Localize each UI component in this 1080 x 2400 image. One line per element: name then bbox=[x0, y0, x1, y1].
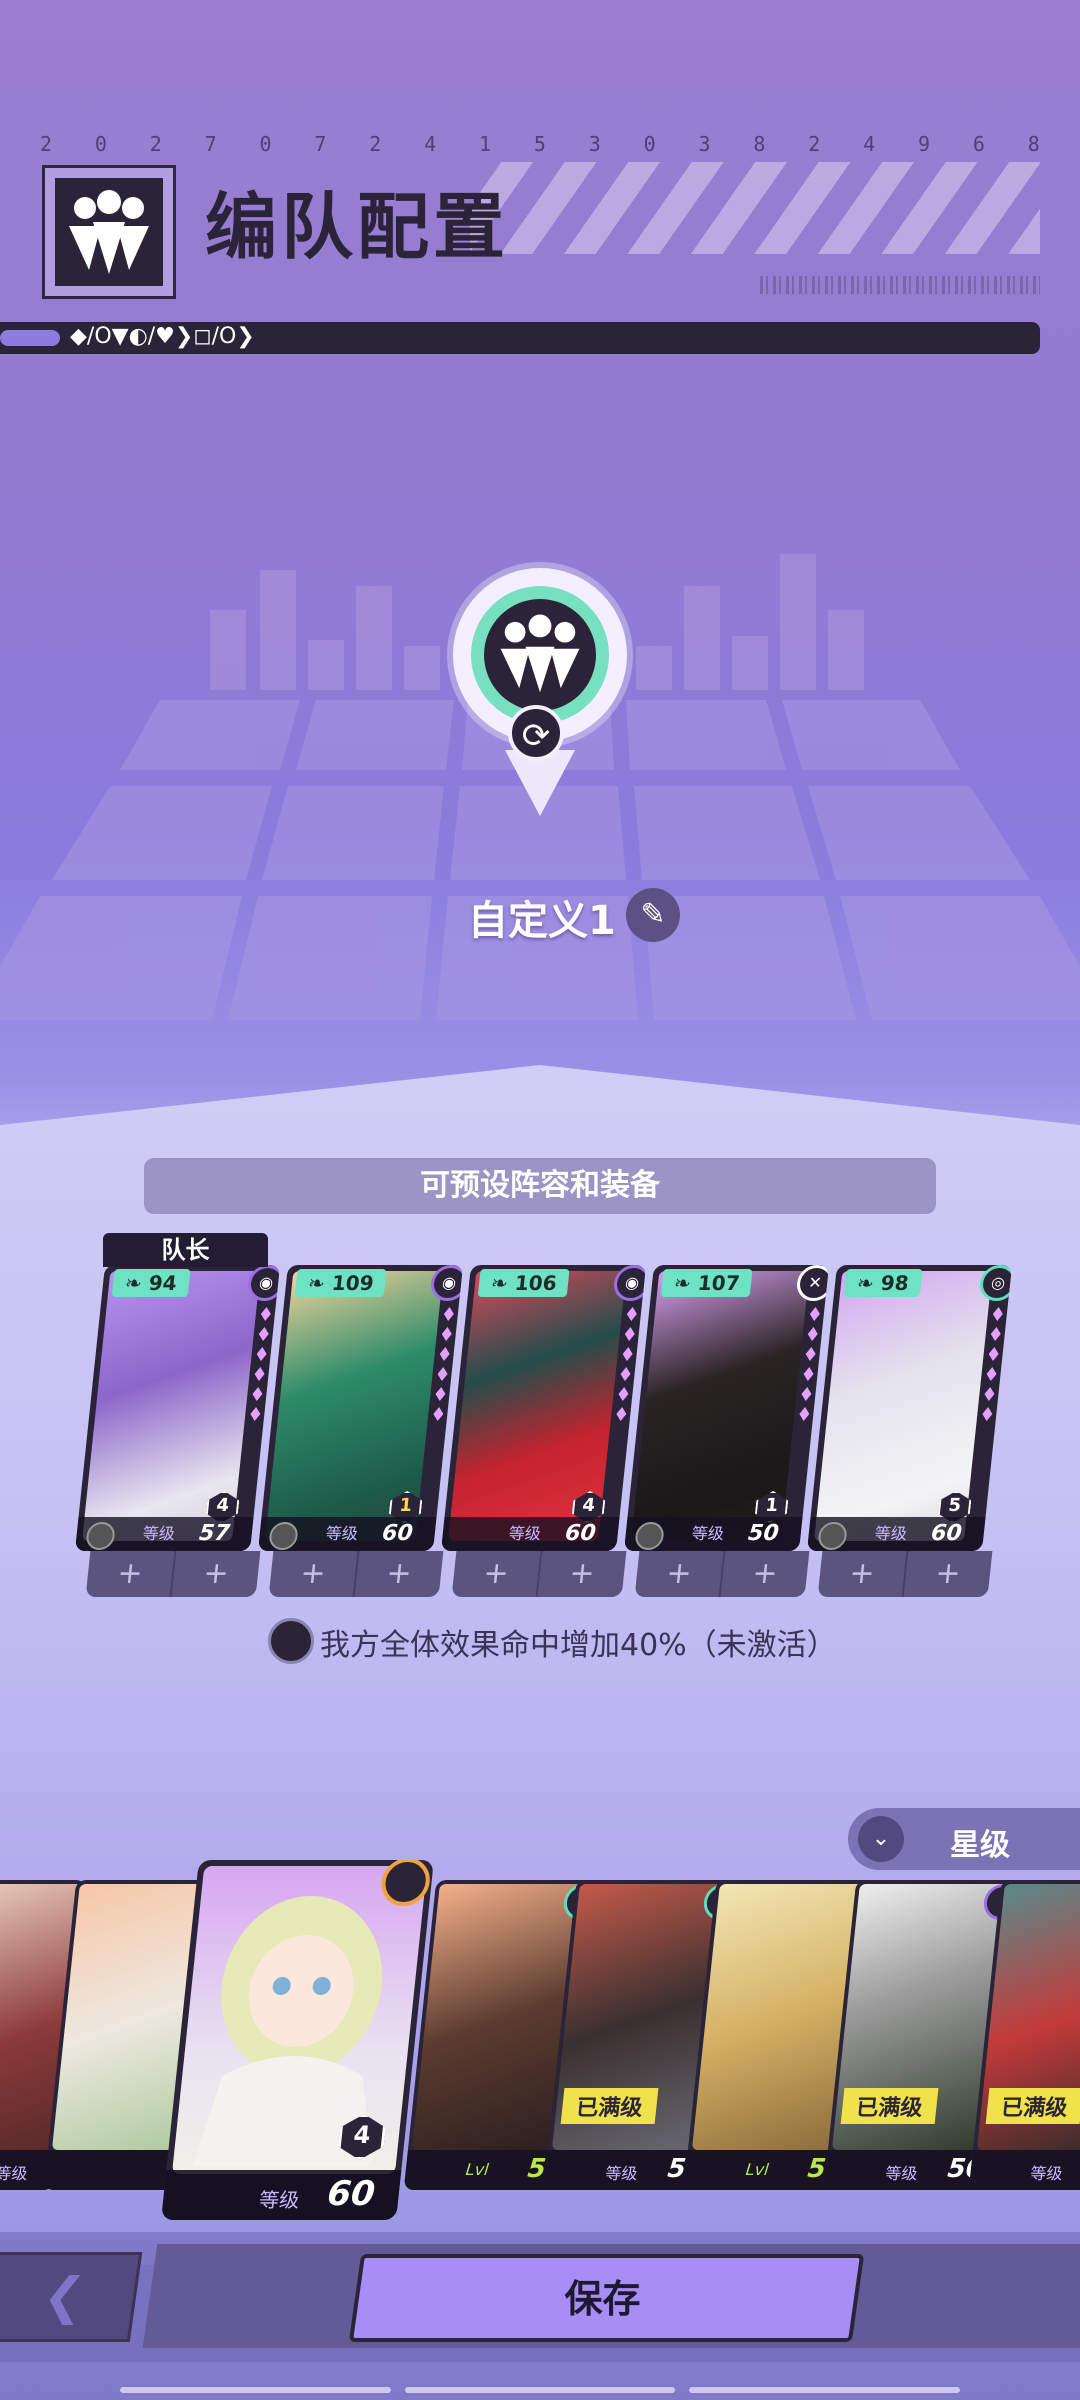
pencil-icon[interactable]: ✎ bbox=[626, 888, 680, 942]
equipment-slots: + + bbox=[268, 1551, 444, 1597]
team-icon bbox=[55, 178, 163, 286]
back-button[interactable]: ❮ bbox=[0, 2252, 143, 2342]
add-equipment-slot[interactable]: + bbox=[721, 1551, 810, 1597]
level-row: 等级 60 bbox=[440, 1517, 620, 1551]
maxed-badge: 已满级 bbox=[840, 2088, 939, 2124]
header-bar: ◆/O▼◐/♥❯◻/O❯ bbox=[0, 322, 1040, 354]
add-equipment-slot[interactable]: + bbox=[817, 1551, 909, 1597]
level-row: 等级 60 bbox=[806, 1517, 986, 1551]
power-tag: ❧ 107 bbox=[660, 1269, 754, 1297]
preset-name: 自定义1 bbox=[468, 898, 616, 944]
power-tag: ❧ 109 bbox=[294, 1269, 388, 1297]
equipment-icon bbox=[817, 1522, 849, 1550]
serial-digit: 0 bbox=[259, 132, 272, 156]
character-roster[interactable]: 等级 Lvl 50 已满级 等级 50 Lvl 50 已满级 等级 bbox=[0, 1860, 1080, 2220]
equipment-slots: + + bbox=[85, 1551, 261, 1597]
progress-pill bbox=[0, 330, 60, 346]
add-equipment-slot[interactable]: + bbox=[355, 1551, 444, 1597]
equipment-icon bbox=[268, 1522, 300, 1550]
add-equipment-slot[interactable]: + bbox=[268, 1551, 360, 1597]
team-member-card[interactable]: ❧ 106 ◉ 4 等级 60 bbox=[440, 1265, 647, 1551]
team-slots: ❧ 94 ◉ 4 等级 57 + + ❧ 109 ◉ 1 等级 60 + + ❧… bbox=[70, 1265, 1020, 1605]
serial-digit: 0 bbox=[643, 132, 656, 156]
header-stripes bbox=[470, 162, 1040, 254]
equipment-slots: + + bbox=[634, 1551, 810, 1597]
serial-digit: 8 bbox=[1027, 132, 1040, 156]
set-effect-icon bbox=[268, 1618, 314, 1664]
add-equipment-slot[interactable]: + bbox=[634, 1551, 726, 1597]
set-effect-text: 我方全体效果命中增加40%（未激活） bbox=[320, 1628, 837, 1663]
maxed-badge: 已满级 bbox=[560, 2088, 659, 2124]
chevron-down-icon: ⌄ bbox=[858, 1816, 904, 1862]
serial-digit: 0 bbox=[94, 132, 107, 156]
serial-digit: 4 bbox=[424, 132, 437, 156]
level-row: 等级 60 bbox=[257, 1517, 437, 1551]
power-tag: ❧ 98 bbox=[843, 1269, 923, 1297]
serial-digit: 2 bbox=[149, 132, 162, 156]
power-tag: ❧ 94 bbox=[111, 1269, 191, 1297]
serial-digit: 2 bbox=[369, 132, 382, 156]
maxed-badge: 已满级 bbox=[985, 2088, 1080, 2124]
level-row: 等级 50 bbox=[623, 1517, 803, 1551]
serial-digit: 3 bbox=[698, 132, 711, 156]
character-portrait bbox=[171, 1866, 428, 2174]
team-member-card[interactable]: ❧ 107 ✕ 1 等级 50 bbox=[623, 1265, 830, 1551]
refresh-icon[interactable]: ⟳ bbox=[508, 705, 564, 761]
power-tag: ❧ 106 bbox=[477, 1269, 571, 1297]
serial-digit: 2 bbox=[40, 132, 53, 156]
equipment-slots: + + bbox=[451, 1551, 627, 1597]
add-equipment-slot[interactable]: + bbox=[451, 1551, 543, 1597]
serial-digit: 2 bbox=[808, 132, 821, 156]
serial-digit: 9 bbox=[918, 132, 931, 156]
add-equipment-slot[interactable]: + bbox=[538, 1551, 627, 1597]
glyph-strip: ◆/O▼◐/♥❯◻/O❯ bbox=[70, 324, 255, 349]
level-row: 等级 57 bbox=[74, 1517, 254, 1551]
page-indicator bbox=[120, 2387, 961, 2393]
preset-hint-banner: 可预设阵容和装备 bbox=[144, 1158, 936, 1214]
element-icon bbox=[379, 1860, 433, 1906]
team-member-card[interactable]: ❧ 94 ◉ 4 等级 57 bbox=[74, 1265, 281, 1551]
serial-digit: 7 bbox=[314, 132, 327, 156]
back-arrow-icon: ❮ bbox=[39, 2267, 90, 2325]
leader-badge: 队长 bbox=[103, 1233, 268, 1267]
equipment-slots: + + bbox=[817, 1551, 993, 1597]
serial-digit: 1 bbox=[479, 132, 492, 156]
serial-digit: 4 bbox=[863, 132, 876, 156]
serial-digit: 3 bbox=[588, 132, 601, 156]
serial-digit: 8 bbox=[753, 132, 766, 156]
team-member-card[interactable]: ❧ 109 ◉ 1 等级 60 bbox=[257, 1265, 464, 1551]
serial-digits: 2 0 2 7 0 7 2 4 1 5 3 0 3 8 2 4 9 6 8 bbox=[40, 132, 1040, 156]
team-logo bbox=[42, 165, 176, 299]
barcode-decoration bbox=[760, 276, 1040, 294]
equipment-icon bbox=[634, 1522, 666, 1550]
team-emblem-icon bbox=[484, 599, 596, 711]
add-equipment-slot[interactable]: + bbox=[172, 1551, 261, 1597]
page-title: 编队配置 bbox=[205, 185, 510, 269]
team-member-card[interactable]: ❧ 98 ◎ 5 等级 60 bbox=[806, 1265, 1013, 1551]
add-equipment-slot[interactable]: + bbox=[85, 1551, 177, 1597]
selected-roster-card[interactable]: 4 等级 60 bbox=[161, 1860, 434, 2220]
serial-digit: 5 bbox=[533, 132, 546, 156]
serial-digit: 6 bbox=[972, 132, 985, 156]
save-button-label: 保存 bbox=[564, 2277, 641, 2321]
serial-digit: 7 bbox=[204, 132, 217, 156]
equipment-icon bbox=[85, 1522, 117, 1550]
add-equipment-slot[interactable]: + bbox=[904, 1551, 993, 1597]
